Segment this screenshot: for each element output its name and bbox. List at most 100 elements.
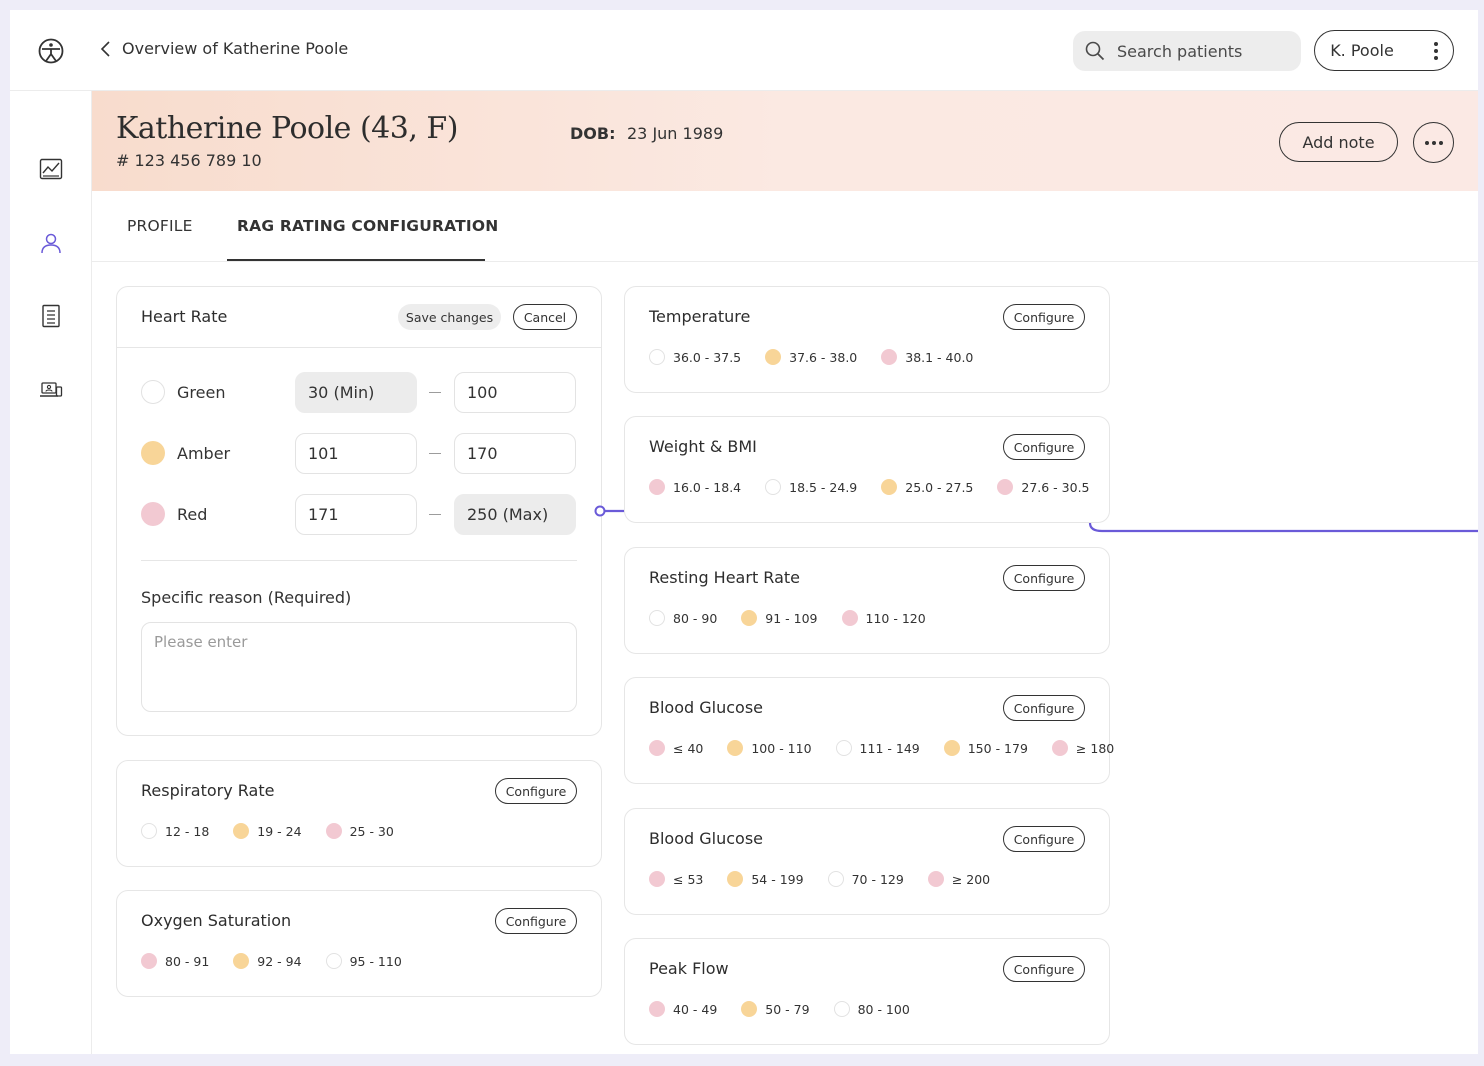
red-dot-icon — [649, 740, 665, 756]
configure-button[interactable]: Configure — [1003, 956, 1085, 982]
configure-button[interactable]: Configure — [1003, 826, 1085, 852]
sidebar — [10, 91, 92, 1054]
card-title: Blood Glucose — [649, 829, 763, 848]
range-chip-green: 95 - 110 — [325, 953, 402, 969]
range-text: 92 - 94 — [257, 953, 302, 969]
chevron-left-icon — [100, 40, 110, 57]
tab-profile[interactable]: PROFILE — [127, 217, 193, 235]
range-chip-amber: 92 - 94 — [233, 953, 302, 969]
save-changes-button[interactable]: Save changes — [398, 304, 501, 330]
logo-icon[interactable] — [38, 38, 64, 64]
heart-rate-card-header: Heart Rate Save changes Cancel — [117, 287, 601, 348]
user-icon[interactable] — [39, 231, 63, 255]
search-icon — [1085, 41, 1105, 61]
configure-button[interactable]: Configure — [1003, 695, 1085, 721]
oxygen-saturation-card: Oxygen Saturation Configure 80 - 91 92 - 94… — [116, 890, 602, 997]
range-chips: ≤ 40 100 - 110 111 - 149 150 - 179 ≥ 180 — [649, 740, 1138, 756]
patient-header: Katherine Poole (43, F) # 123 456 789 10… — [92, 91, 1478, 191]
range-chip-red: ≤ 40 — [649, 740, 703, 756]
range-chip-green: 36.0 - 37.5 — [649, 349, 741, 365]
range-chip-red: 27.6 - 30.5 — [997, 479, 1090, 495]
amber-dot-icon — [727, 740, 744, 756]
range-text: 80 - 100 — [857, 1001, 910, 1017]
range-text: 150 - 179 — [967, 740, 1028, 756]
range-chip-green: 111 - 149 — [835, 740, 920, 756]
min-field[interactable]: 101 — [295, 433, 417, 474]
range-dash — [429, 514, 441, 515]
more-dot — [1431, 140, 1436, 145]
back-link-label: Overview of Katherine Poole — [122, 39, 349, 58]
range-text: 12 - 18 — [165, 823, 210, 839]
document-icon[interactable] — [39, 304, 63, 328]
amber-dot-icon — [943, 740, 960, 756]
range-text: 54 - 199 — [751, 871, 804, 887]
range-text: 100 - 110 — [751, 740, 812, 756]
user-name: K. Poole — [1330, 41, 1394, 60]
range-chip-red: ≥ 180 — [1051, 740, 1114, 756]
red-dot-icon — [881, 349, 898, 365]
red-dot-icon — [1051, 740, 1068, 756]
dob-value: 23 Jun 1989 — [627, 124, 724, 143]
add-note-button[interactable]: Add note — [1279, 122, 1398, 162]
range-chip-red: 25 - 30 — [325, 823, 394, 839]
search-field[interactable]: Search patients — [1073, 31, 1301, 71]
more-options-button[interactable] — [1413, 122, 1454, 163]
card-title: Heart Rate — [141, 307, 228, 326]
amber-dot-icon — [765, 349, 782, 365]
range-chips: 12 - 18 19 - 24 25 - 30 — [141, 823, 418, 839]
range-text: 37.6 - 38.0 — [789, 349, 858, 365]
configure-button[interactable]: Configure — [495, 778, 577, 804]
app-window: Overview of Katherine Poole Search patie… — [10, 10, 1478, 1054]
configure-button[interactable]: Configure — [1003, 434, 1085, 460]
configure-button[interactable]: Configure — [495, 908, 577, 934]
tab-rag-rating-configuration[interactable]: RAG RATING CONFIGURATION — [237, 217, 498, 235]
range-chip-amber: 50 - 79 — [741, 1001, 810, 1017]
range-chips: 80 - 91 92 - 94 95 - 110 — [141, 953, 426, 969]
max-field[interactable]: 100 — [454, 372, 576, 413]
devices-icon[interactable] — [39, 378, 63, 402]
range-text: 36.0 - 37.5 — [673, 349, 742, 365]
amber-dot-icon — [233, 823, 250, 839]
active-tab-indicator — [227, 259, 485, 261]
range-chip-red: 110 - 120 — [841, 610, 926, 626]
amber-indicator — [141, 441, 165, 465]
red-dot-icon — [841, 610, 858, 626]
weight-and-bmi-card: Weight & BMI Configure 16.0 - 18.4 18.5 - 2… — [624, 416, 1110, 523]
configure-button[interactable]: Configure — [1003, 565, 1085, 591]
top-bar: Overview of Katherine Poole Search patie… — [10, 10, 1478, 91]
range-text: 38.1 - 40.0 — [905, 349, 974, 365]
range-chip-red: ≥ 200 — [927, 871, 990, 887]
range-label: Green — [177, 383, 226, 402]
user-menu-button[interactable]: K. Poole — [1314, 30, 1454, 71]
range-row-red: Red 171 250 (Max) — [141, 494, 577, 536]
card-title: Respiratory Rate — [141, 781, 275, 800]
green-dot-icon — [649, 349, 665, 365]
range-text: 80 - 90 — [673, 610, 718, 626]
back-link[interactable]: Overview of Katherine Poole — [100, 39, 348, 58]
red-dot-icon — [649, 479, 665, 495]
range-text: 50 - 79 — [765, 1001, 810, 1017]
range-chip-amber: 19 - 24 — [233, 823, 302, 839]
range-chip-red: 40 - 49 — [649, 1001, 717, 1017]
cancel-button[interactable]: Cancel — [513, 304, 577, 330]
patient-id: # 123 456 789 10 — [116, 151, 262, 170]
range-text: 19 - 24 — [257, 823, 302, 839]
red-dot-icon — [325, 823, 342, 839]
card-title: Resting Heart Rate — [649, 568, 800, 587]
min-field[interactable]: 171 — [295, 494, 417, 535]
red-dot-icon — [927, 871, 944, 887]
green-dot-icon — [833, 1001, 850, 1017]
amber-dot-icon — [741, 1001, 758, 1017]
range-text: 27.6 - 30.5 — [1021, 479, 1090, 495]
range-dash — [429, 453, 441, 454]
configure-button[interactable]: Configure — [1003, 304, 1085, 330]
reason-textarea[interactable] — [142, 623, 576, 711]
range-chip-green: 18.5 - 24.9 — [765, 479, 857, 495]
more-dot — [1424, 140, 1429, 145]
chart-icon[interactable] — [39, 157, 63, 181]
tab-bar: PROFILE RAG RATING CONFIGURATION — [92, 191, 1478, 262]
range-chip-green: 80 - 90 — [649, 610, 717, 626]
amber-dot-icon — [741, 610, 758, 626]
range-text: 25.0 - 27.5 — [905, 479, 974, 495]
max-field[interactable]: 170 — [454, 433, 576, 474]
